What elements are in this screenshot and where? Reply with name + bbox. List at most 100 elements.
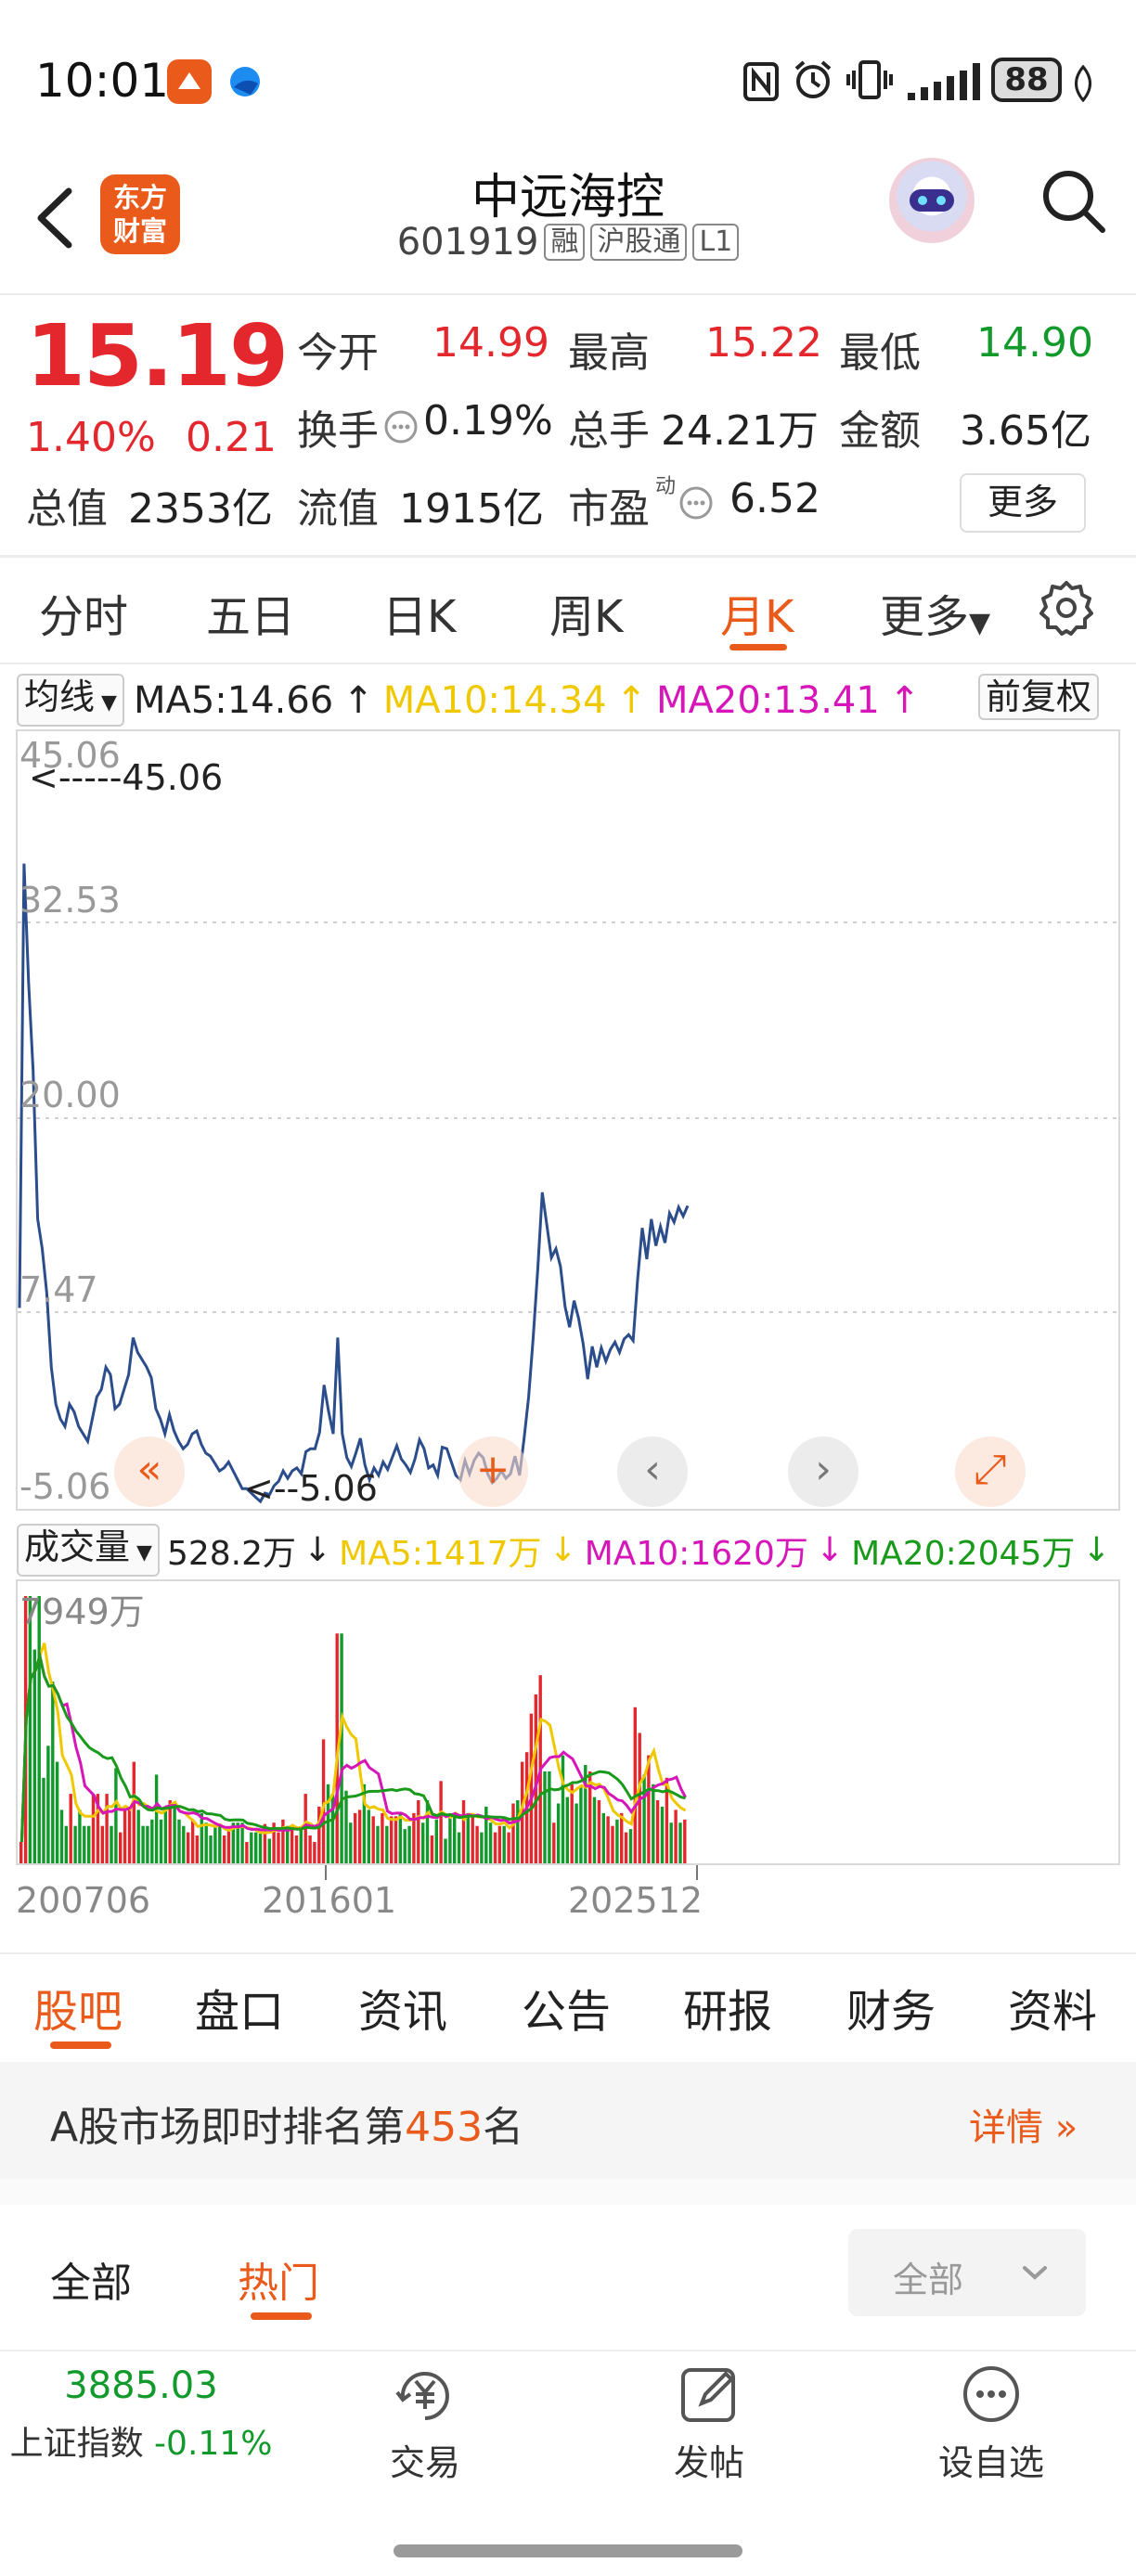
volume-bar [674, 1810, 678, 1863]
volume-bar [218, 1825, 222, 1863]
volume-bar [146, 1825, 149, 1863]
tab-profile[interactable]: 资料 [1008, 1975, 1097, 2040]
nav-add-watch[interactable]: 设自选 [898, 2364, 1084, 2485]
nav-trade[interactable]: 交易 [332, 2364, 518, 2485]
volume-bar [425, 1800, 430, 1863]
content-tab-indicator [50, 2041, 111, 2049]
volume-bar [182, 1825, 186, 1863]
vol-ma10-label: MA10:1620万 [584, 1534, 808, 1573]
volume-bar [597, 1800, 601, 1863]
tab-news[interactable]: 资讯 [358, 1975, 447, 2040]
open-label: 今开 [297, 329, 379, 377]
tab-weekly-k[interactable]: 周K [549, 580, 623, 645]
volume-bar [417, 1800, 420, 1863]
subtab-hot[interactable]: 热门 [238, 2249, 319, 2309]
tab-five-day[interactable]: 五日 [206, 580, 295, 645]
header-divider [0, 293, 1136, 295]
app-notification-icon [167, 59, 212, 104]
kline-chart[interactable]: 45.06 32.53 20.00 7.47 -5.06 <-----45.06… [16, 729, 1122, 1511]
high-label: 最高 [568, 329, 650, 377]
volume-bar [624, 1832, 628, 1863]
adjust-button[interactable]: 前复权 [978, 674, 1100, 720]
search-button[interactable] [1038, 165, 1108, 236]
volume-bar [321, 1739, 326, 1863]
change-amount: 0.21 [186, 414, 277, 461]
volume-bar [141, 1825, 145, 1863]
volume-bar [620, 1812, 624, 1863]
add-drawing-button[interactable]: + [458, 1436, 528, 1507]
volume-indicator-select[interactable]: 成交量 ▼ [17, 1524, 160, 1577]
volume-bar [59, 1810, 64, 1863]
volume-bar [507, 1832, 510, 1863]
settings-button[interactable] [1038, 579, 1095, 640]
volume-indicator-select-label: 成交量 [24, 1526, 131, 1567]
volume-bar [200, 1812, 203, 1863]
volume-bar [556, 1803, 561, 1863]
volume-bar [601, 1812, 605, 1863]
vibrate-icon [846, 59, 893, 104]
tab-forum[interactable]: 股吧 [33, 1975, 123, 2040]
index-widget[interactable]: 3885.03 上证指数 -0.11% [0, 2364, 282, 2465]
pe-value: 6.52 [729, 475, 820, 522]
volume-bar [448, 1812, 452, 1863]
triangle-down-icon: ▼ [969, 607, 991, 639]
tab-financials[interactable]: 财务 [846, 1975, 936, 2040]
home-indicator[interactable] [394, 2544, 742, 2557]
pe-label: 市盈 [568, 485, 650, 533]
volume-bar [511, 1803, 515, 1863]
max-marker: <-----45.06 [29, 757, 224, 798]
tab-announcements[interactable]: 公告 [522, 1975, 611, 2040]
tab-research[interactable]: 研报 [683, 1975, 772, 2040]
tab-monthly-k[interactable]: 月K [720, 580, 794, 645]
volume-bar [453, 1812, 457, 1863]
volume-bar [37, 1596, 41, 1863]
nav-post[interactable]: 发帖 [616, 2364, 802, 2485]
pe-superscript: 动 [655, 475, 677, 498]
tab-intraday[interactable]: 分时 [39, 580, 128, 645]
assistant-robot-icon[interactable] [889, 158, 975, 243]
volume-bar [308, 1835, 312, 1863]
volume-bar [209, 1835, 213, 1863]
kline-indicator-select-label: 均线 [24, 676, 96, 717]
amount-label: 金额 [839, 407, 921, 455]
y-label-4: 7.47 [19, 1269, 98, 1310]
rewind-button[interactable]: « [114, 1436, 185, 1507]
ma10-label: MA10:14.34 [382, 678, 607, 722]
subtab-all[interactable]: 全部 [50, 2249, 132, 2309]
volume-bar [611, 1825, 614, 1863]
filter-dropdown[interactable]: 全部 [848, 2229, 1086, 2316]
volume-bar [299, 1829, 303, 1863]
scroll-left-button[interactable]: ‹ [617, 1436, 688, 1507]
volume-chart[interactable]: 7949万 [16, 1579, 1120, 1865]
ranking-bar[interactable]: A股市场即时排名第453名 详情 » [0, 2062, 1136, 2179]
ranking-detail-link[interactable]: 详情 » [969, 2097, 1078, 2151]
tab-daily-k[interactable]: 日K [382, 580, 456, 645]
volume-bar [497, 1825, 502, 1863]
volume-bar [83, 1825, 86, 1863]
signal-icon [906, 61, 991, 106]
volume-bar [245, 1842, 249, 1863]
volume-bar [570, 1784, 574, 1863]
pe-info-icon[interactable] [678, 484, 715, 525]
volume-bar [475, 1825, 479, 1863]
volume-value: 24.21万 [661, 407, 819, 455]
fullscreen-button[interactable]: ⤢ [955, 1436, 1026, 1507]
volume-bar [574, 1803, 578, 1863]
kline-indicator-select[interactable]: 均线 ▼ [17, 674, 124, 727]
volume-bar [168, 1800, 172, 1863]
volume-bar [136, 1810, 140, 1863]
nav-trade-label: 交易 [389, 2442, 460, 2483]
tab-order-book[interactable]: 盘口 [195, 1975, 284, 2040]
more-button[interactable]: 更多 [960, 473, 1086, 533]
tab-more[interactable]: 更多▼ [880, 580, 990, 645]
volume-bar [349, 1823, 353, 1863]
info-icon[interactable] [382, 408, 420, 449]
volume-indicator-row: 成交量 ▼ 528.2万 ↓ MA5:1417万 ↓ MA10:1620万 ↓ MA2… [17, 1524, 1111, 1577]
volume-bar [615, 1819, 619, 1863]
volume-bar [633, 1707, 637, 1863]
chart-divider [0, 1952, 1136, 1954]
volume-bar [354, 1812, 357, 1863]
section-gap [0, 2179, 1136, 2205]
scroll-right-button[interactable]: › [788, 1436, 858, 1507]
battery-icon: 88 [991, 58, 1062, 102]
